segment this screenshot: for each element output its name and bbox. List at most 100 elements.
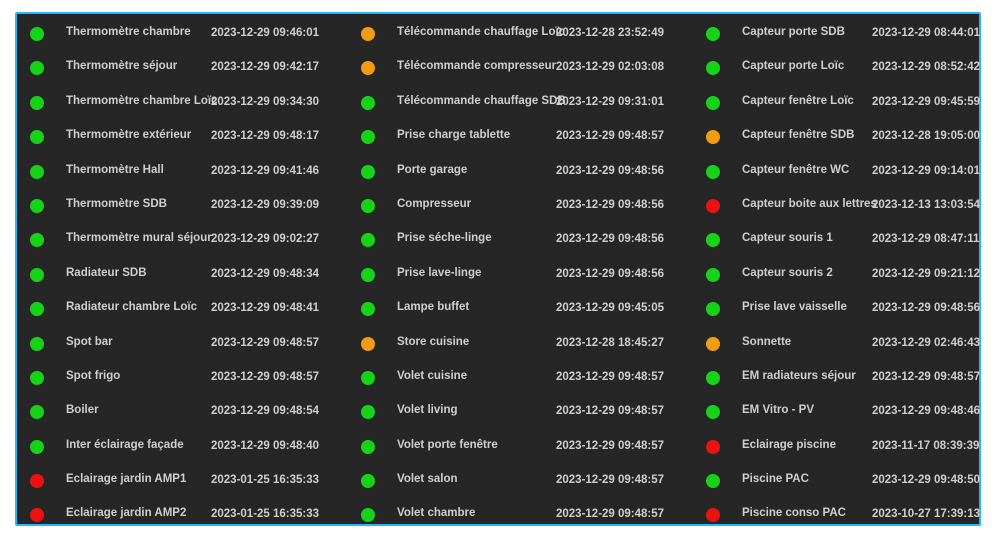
device-row[interactable]: Prise lave vaisselle 2023-12-29 09:48:56 — [693, 292, 1000, 326]
device-row[interactable]: Eclairage piscine 2023-11-17 08:39:39 — [693, 430, 1000, 464]
device-name: Eclairage jardin AMP1 — [66, 473, 187, 486]
device-row[interactable]: Inter éclairage façade 2023-12-29 09:48:4… — [17, 430, 337, 464]
last-seen-timestamp: 2023-01-25 16:35:33 — [211, 474, 320, 487]
device-row[interactable]: Volet salon 2023-12-29 09:48:57 — [348, 464, 668, 498]
device-row[interactable]: Volet chambre 2023-12-29 09:48:57 — [348, 498, 668, 532]
device-row[interactable]: Volet living 2023-12-29 09:48:57 — [348, 395, 668, 429]
device-row[interactable]: EM radiateurs séjour 2023-12-29 09:48:57 — [693, 361, 1000, 395]
device-name: Capteur fenêtre WC — [742, 163, 850, 176]
device-row[interactable]: Thermomètre mural séjour 2023-12-29 09:02… — [17, 223, 337, 257]
device-name: Lampe buffet — [397, 301, 470, 314]
device-name: Volet porte fenêtre — [397, 438, 498, 451]
device-row[interactable]: Eclairage jardin AMP1 2023-01-25 16:35:33 — [17, 464, 337, 498]
device-row[interactable]: Télécommande chauffage Loïc 2023-12-28 23… — [348, 17, 668, 51]
status-dot-icon — [361, 405, 375, 420]
last-seen-timestamp: 2023-12-29 09:48:56 — [872, 302, 981, 315]
device-row[interactable]: Spot frigo 2023-12-29 09:48:57 — [17, 361, 337, 395]
device-row[interactable]: Thermomètre extérieur 2023-12-29 09:48:17 — [17, 120, 337, 154]
status-dot-icon — [361, 27, 375, 41]
device-row[interactable]: Radiateur chambre Loïc 2023-12-29 09:48:4… — [17, 292, 337, 326]
device-row[interactable]: Volet cuisine 2023-12-29 09:48:57 — [348, 361, 668, 395]
device-row[interactable]: Boiler 2023-12-29 09:48:54 — [17, 395, 337, 429]
status-dot-icon — [361, 61, 375, 76]
device-row[interactable]: Télécommande chauffage SDB 2023-12-29 09:… — [348, 86, 668, 120]
last-seen-timestamp: 2023-12-29 09:02:27 — [211, 233, 320, 246]
status-dot-icon — [706, 95, 720, 110]
device-row[interactable]: Capteur porte SDB 2023-12-29 08:44:01 — [693, 17, 1000, 51]
device-row[interactable]: Capteur fenêtre Loïc 2023-12-29 09:45:59 — [693, 86, 1000, 120]
last-seen-timestamp: 2023-12-29 09:48:34 — [211, 267, 320, 280]
device-row[interactable]: Capteur fenêtre WC 2023-12-29 09:14:01 — [693, 155, 1000, 189]
device-row[interactable]: Capteur souris 1 2023-12-29 08:47:11 — [693, 223, 1000, 257]
device-name: Télécommande chauffage Loïc — [397, 26, 566, 38]
device-name: Prise lave-linge — [397, 266, 482, 279]
status-dot-icon — [361, 233, 375, 248]
device-row[interactable]: Piscine PAC 2023-12-29 09:48:50 — [693, 464, 1000, 498]
device-name: Télécommande compresseur — [397, 60, 557, 73]
status-dot-icon — [706, 302, 720, 317]
device-row[interactable]: EM Vitro - PV 2023-12-29 09:48:46 — [693, 395, 1000, 429]
device-name: Capteur porte Loïc — [742, 60, 845, 73]
device-name: Volet cuisine — [397, 369, 468, 382]
status-dot-icon — [361, 95, 375, 110]
device-row[interactable]: Capteur porte Loïc 2023-12-29 08:52:42 — [693, 51, 1000, 85]
status-dot-icon — [361, 198, 375, 213]
last-seen-timestamp: 2023-12-29 09:48:57 — [872, 370, 981, 383]
device-name: Capteur souris 2 — [742, 266, 833, 279]
device-row[interactable]: Compresseur 2023-12-29 09:48:56 — [348, 189, 668, 223]
last-seen-timestamp: 2023-12-29 08:47:11 — [872, 233, 980, 246]
device-row[interactable]: Capteur boite aux lettres 2023-12-13 13:0… — [693, 189, 1000, 223]
device-name: Capteur boite aux lettres — [742, 197, 877, 210]
device-row[interactable]: Volet porte fenêtre 2023-12-29 09:48:57 — [348, 430, 668, 464]
device-row[interactable]: Sonnette 2023-12-29 02:46:43 — [693, 327, 1000, 361]
status-dot-icon — [361, 439, 375, 454]
device-row[interactable]: Eclairage jardin AMP2 2023-01-25 16:35:33 — [17, 498, 337, 532]
last-seen-timestamp: 2023-12-29 09:48:56 — [556, 233, 665, 246]
last-seen-timestamp: 2023-12-29 09:48:40 — [211, 439, 320, 452]
device-row[interactable]: Spot bar 2023-12-29 09:48:57 — [17, 327, 337, 361]
status-dot-icon — [361, 370, 375, 385]
device-row[interactable]: Lampe buffet 2023-12-29 09:45:05 — [348, 292, 668, 326]
device-row[interactable]: Porte garage 2023-12-29 09:48:56 — [348, 155, 668, 189]
device-row[interactable]: Prise lave-linge 2023-12-29 09:48:56 — [348, 258, 668, 292]
device-row[interactable]: Capteur souris 2 2023-12-29 09:21:12 — [693, 258, 1000, 292]
status-dot-icon — [361, 130, 375, 145]
status-dot-icon — [30, 95, 44, 110]
status-dot-icon — [361, 267, 375, 282]
device-name: Capteur souris 1 — [742, 232, 833, 245]
device-name: Radiateur SDB — [66, 266, 147, 279]
device-row[interactable]: Capteur fenêtre SDB 2023-12-28 19:05:00 — [693, 120, 1000, 154]
device-row[interactable]: Thermomètre chambre Loïc 2023-12-29 09:34… — [17, 86, 337, 120]
last-seen-timestamp: 2023-12-29 09:48:57 — [211, 336, 320, 349]
device-name: Piscine PAC — [742, 473, 809, 486]
device-row[interactable]: Thermomètre Hall 2023-12-29 09:41:46 — [17, 155, 337, 189]
last-seen-timestamp: 2023-12-29 09:48:57 — [556, 370, 665, 383]
device-row[interactable]: Store cuisine 2023-12-28 18:45:27 — [348, 327, 668, 361]
status-dot-icon — [706, 439, 720, 454]
device-name: Spot bar — [66, 335, 113, 348]
device-row[interactable]: Thermomètre séjour 2023-12-29 09:42:17 — [17, 51, 337, 85]
status-dot-icon — [706, 233, 720, 248]
status-dot-icon — [30, 267, 44, 282]
device-row[interactable]: Thermomètre SDB 2023-12-29 09:39:09 — [17, 189, 337, 223]
device-row[interactable]: Thermomètre chambre 2023-12-29 09:46:01 — [17, 17, 337, 51]
last-seen-timestamp: 2023-12-29 09:48:56 — [556, 267, 665, 280]
status-dot-icon — [30, 27, 44, 41]
last-seen-timestamp: 2023-12-29 09:41:46 — [211, 164, 320, 177]
last-seen-timestamp: 2023-12-13 13:03:54 — [872, 198, 981, 211]
last-seen-timestamp: 2023-12-29 09:45:05 — [556, 302, 665, 315]
device-name: Capteur fenêtre Loïc — [742, 94, 854, 107]
last-seen-timestamp: 2023-12-29 09:48:56 — [556, 164, 665, 177]
last-seen-timestamp: 2023-12-29 09:42:17 — [211, 61, 320, 74]
device-row[interactable]: Radiateur SDB 2023-12-29 09:48:34 — [17, 258, 337, 292]
last-seen-timestamp: 2023-12-29 09:39:09 — [211, 198, 320, 211]
device-name: Capteur porte SDB — [742, 26, 845, 38]
status-dot-icon — [706, 130, 720, 145]
device-row[interactable]: Prise séche-linge 2023-12-29 09:48:56 — [348, 223, 668, 257]
device-row[interactable]: Prise charge tablette 2023-12-29 09:48:57 — [348, 120, 668, 154]
last-seen-timestamp: 2023-12-29 09:34:30 — [211, 95, 320, 108]
device-row[interactable]: Télécommande compresseur 2023-12-29 02:03… — [348, 51, 668, 85]
device-row[interactable]: Piscine conso PAC 2023-10-27 17:39:13 — [693, 498, 1000, 532]
device-name: EM Vitro - PV — [742, 404, 814, 417]
device-name: Inter éclairage façade — [66, 438, 184, 451]
